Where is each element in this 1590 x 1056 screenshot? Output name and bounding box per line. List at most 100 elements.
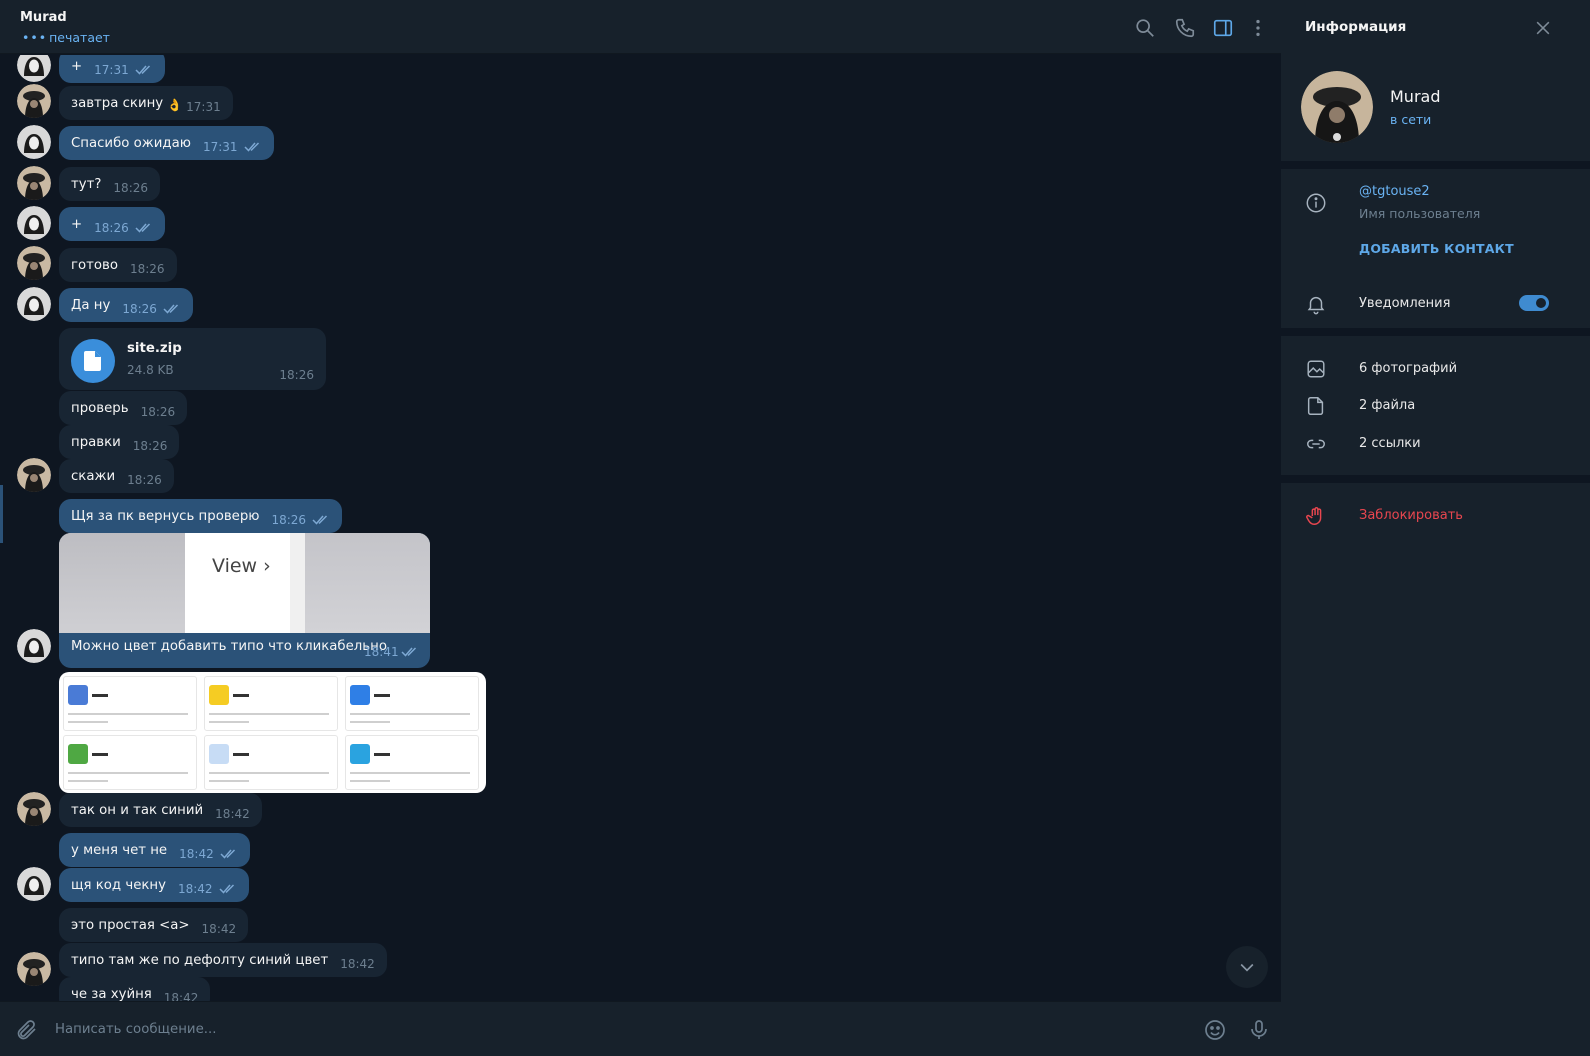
file-icon[interactable]	[71, 339, 115, 383]
notifications-label: Уведомления	[1359, 296, 1451, 311]
double-check-icon	[163, 303, 181, 315]
message-text: готово	[71, 257, 118, 273]
my-avatar[interactable]	[17, 125, 51, 159]
scroll-down-button[interactable]	[1226, 946, 1268, 988]
message-bubble[interactable]: готово 18:26	[59, 248, 177, 282]
contact-avatar[interactable]	[17, 952, 51, 986]
photo-message[interactable]: View › Можно цвет добавить типо что клик…	[59, 533, 430, 668]
message-bubble[interactable]: Щя за пк вернусь проверю 18:26	[59, 499, 343, 533]
message-time: 18:41	[364, 645, 399, 659]
message-text: это простая <a>	[71, 917, 190, 933]
message-text: так он и так синий	[71, 802, 204, 818]
card-divider	[290, 533, 305, 633]
chat-header[interactable]: Murad ••• печатает	[0, 0, 1300, 54]
message-text: щя код чекну	[71, 877, 166, 893]
app-card	[63, 676, 197, 731]
message-text: завтра скину	[71, 95, 164, 111]
app-card	[345, 676, 479, 731]
mic-icon[interactable]	[1247, 1018, 1271, 1042]
chat-title[interactable]: Murad	[20, 10, 67, 25]
username-label: Имя пользователя	[1359, 206, 1481, 221]
telegram-window: Murad ••• печатает + 17:31 завтра скину …	[0, 0, 1590, 1056]
message-bubble[interactable]: так он и так синий 18:42	[59, 793, 262, 827]
message-bubble[interactable]: типо там же по дефолту синий цвет 18:42	[59, 943, 387, 977]
typing-text: печатает	[49, 30, 110, 45]
message-bubble[interactable]: это простая <a> 18:42	[59, 908, 249, 942]
phone-icon[interactable]	[1174, 17, 1196, 39]
message-text: типо там же по дефолту синий цвет	[71, 952, 329, 968]
chat-area: Murad ••• печатает + 17:31 завтра скину …	[0, 0, 1300, 1056]
message-time: 18:26	[113, 181, 149, 195]
profile-avatar[interactable]	[1301, 71, 1373, 143]
info-icon	[1305, 192, 1327, 214]
message-bubble[interactable]: щя код чекну 18:42	[59, 868, 249, 902]
message-bubble[interactable]: Спасибо ожидаю 17:31	[59, 126, 274, 160]
app-card	[63, 735, 197, 790]
message-bubble[interactable]: тут? 18:26	[59, 167, 161, 201]
notifications-toggle[interactable]	[1519, 295, 1549, 311]
message-bubble[interactable]: Да ну 18:26	[59, 288, 193, 322]
more-icon[interactable]	[1247, 17, 1269, 39]
section-divider	[1281, 475, 1590, 483]
contact-avatar[interactable]	[17, 166, 51, 200]
screenshot-thumbnail[interactable]: View ›	[59, 533, 430, 633]
message-input[interactable]	[55, 1018, 1155, 1040]
bell-icon	[1305, 293, 1327, 315]
message-time: 18:42	[215, 807, 250, 821]
link-icon	[1305, 433, 1327, 455]
my-avatar[interactable]	[17, 629, 51, 663]
message-composer	[0, 1001, 1300, 1056]
typing-status: ••• печатает	[22, 30, 110, 45]
file-message[interactable]: site.zip 24.8 KB 18:26	[59, 328, 326, 390]
message-bubble[interactable]: + 17:31	[59, 55, 165, 83]
message-time: 18:42	[340, 957, 375, 971]
app-grid-screenshot[interactable]	[59, 672, 486, 793]
contact-avatar[interactable]	[17, 458, 51, 492]
message-text: Да ну	[71, 297, 111, 313]
hand-icon	[1305, 505, 1327, 527]
photos-count[interactable]: 6 фотографий	[1359, 361, 1457, 376]
message-bubble[interactable]: завтра скину 👌 17:31	[59, 86, 233, 120]
contact-avatar[interactable]	[17, 246, 51, 280]
search-icon[interactable]	[1134, 17, 1156, 39]
files-count[interactable]: 2 файла	[1359, 398, 1415, 413]
section-divider	[1281, 328, 1590, 336]
message-bubble[interactable]: правки 18:26	[59, 425, 180, 459]
message-bubble[interactable]: проверь 18:26	[59, 391, 188, 425]
username-link[interactable]: @tgtouse2	[1359, 184, 1430, 199]
sidebar-icon[interactable]	[1212, 17, 1234, 39]
file-name[interactable]: site.zip	[127, 341, 182, 356]
links-count[interactable]: 2 ссылки	[1359, 436, 1421, 451]
message-bubble[interactable]: + 18:26	[59, 207, 165, 241]
message-time: 18:42	[201, 922, 237, 936]
ok-hand-emoji: 👌	[167, 98, 183, 112]
online-status: в сети	[1390, 112, 1432, 127]
attach-icon[interactable]	[15, 1018, 39, 1042]
message-text: проверь	[71, 400, 129, 416]
message-time: 18:42	[177, 882, 213, 896]
block-user-button[interactable]: Заблокировать	[1359, 508, 1463, 523]
double-check-icon	[312, 514, 330, 526]
message-time: 18:26	[271, 513, 307, 527]
emoji-icon[interactable]	[1203, 1018, 1227, 1042]
message-time: 18:26	[140, 405, 176, 419]
contact-avatar[interactable]	[17, 84, 51, 118]
close-icon[interactable]	[1533, 18, 1553, 38]
message-time: 17:31	[94, 63, 129, 77]
contact-avatar[interactable]	[17, 792, 51, 826]
message-list[interactable]: + 17:31 завтра скину 👌 17:31 Спасибо ожи…	[0, 55, 1300, 1013]
info-panel: Информация Murad в сети @tgtouse2 Имя по…	[1281, 0, 1590, 1056]
message-text: +	[71, 58, 83, 74]
my-avatar[interactable]	[17, 55, 51, 82]
message-text: +	[71, 216, 83, 232]
message-time: 18:26	[122, 302, 157, 316]
my-avatar[interactable]	[17, 206, 51, 240]
message-time: 17:31	[186, 100, 221, 114]
add-contact-button[interactable]: ДОБАВИТЬ КОНТАКТ	[1359, 241, 1514, 256]
message-bubble[interactable]: у меня чет не 18:42	[59, 833, 250, 867]
message-bubble[interactable]: скажи 18:26	[59, 459, 174, 493]
my-avatar[interactable]	[17, 867, 51, 901]
my-avatar[interactable]	[17, 287, 51, 321]
view-label: View ›	[212, 555, 271, 577]
message-text: тут?	[71, 176, 102, 192]
